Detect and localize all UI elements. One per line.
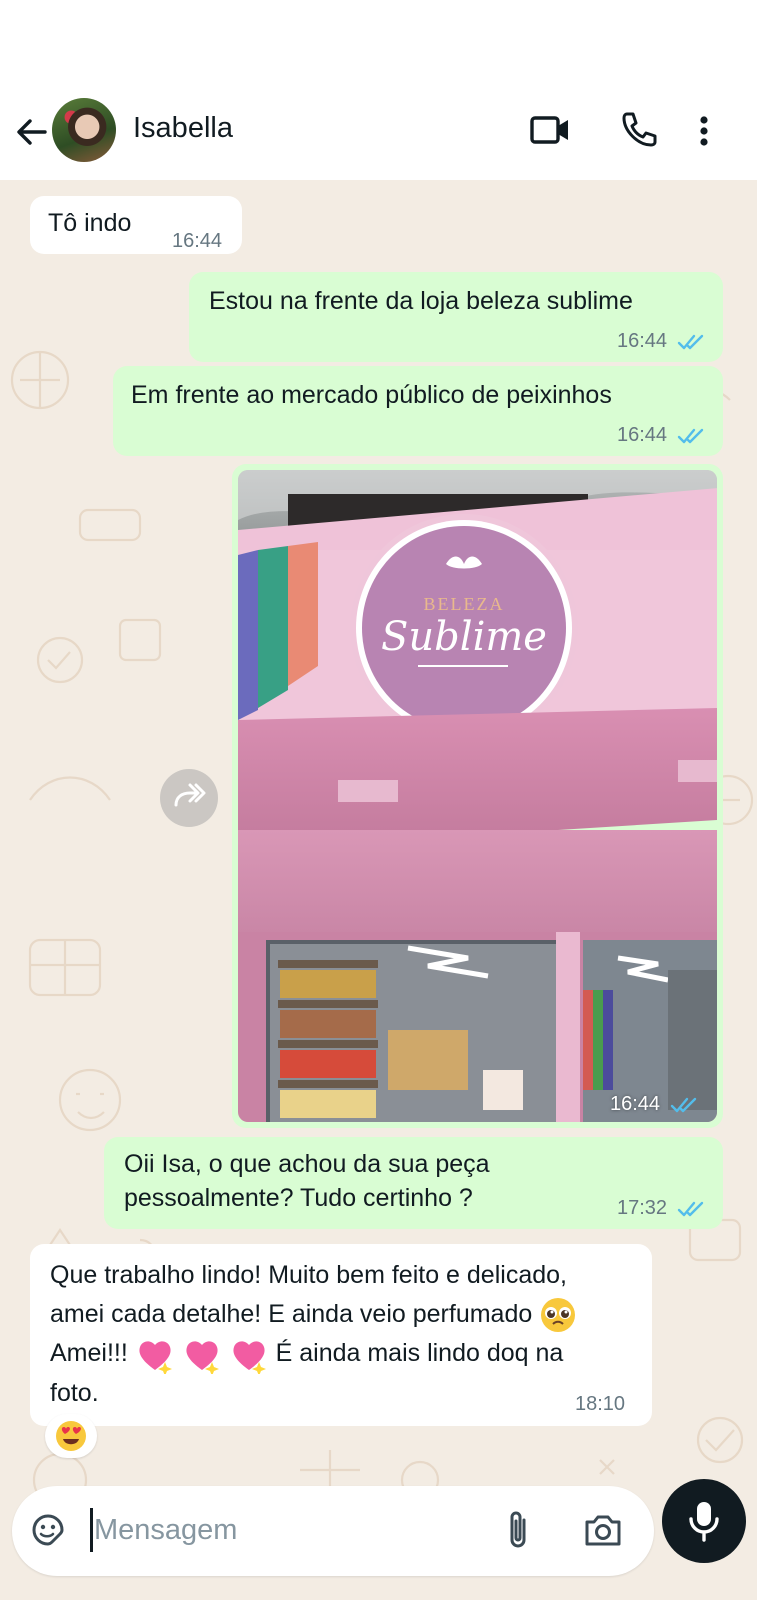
text-caret [90,1508,93,1552]
message-text: Tô indo [48,209,132,237]
more-vert-icon[interactable] [694,108,738,152]
contact-name[interactable]: Isabella [133,112,233,145]
sparkling-heart-emoji-icon [139,1341,172,1374]
forward-button[interactable] [160,769,218,827]
sign-text-beleza: BELEZA [424,594,505,614]
message-bubble-incoming[interactable]: Tô indo 16:44 [30,196,242,254]
read-ticks-icon [677,428,703,443]
message-text: Oii Isa, o que achou da sua peça pessoal… [124,1150,490,1212]
message-time: 17:32 [617,1197,668,1219]
chat-header: Isabella [0,98,757,180]
message-bubble-outgoing[interactable]: Estou na frente da loja beleza sublime 1… [189,272,723,362]
message-text: Que trabalho lindo! Muito bem feito e de… [50,1256,610,1413]
status-bar [0,0,757,98]
camera-icon[interactable] [582,1510,624,1555]
read-ticks-icon [670,1097,696,1112]
voice-message-button[interactable] [662,1479,746,1563]
image-message-bubble[interactable]: BELEZA Sublime 16:44 [232,464,723,1128]
sticker-icon[interactable] [28,1510,68,1555]
read-ticks-icon [677,334,703,349]
chat-area[interactable]: Tô indo 16:44 Estou na frente da loja be… [0,180,757,1600]
voice-call-icon[interactable] [617,108,661,152]
message-bubble-outgoing[interactable]: Em frente ao mercado público de peixinho… [113,366,723,456]
message-text-part: Amei!!! [50,1339,128,1368]
message-bubble-outgoing[interactable]: Oii Isa, o que achou da sua peça pessoal… [104,1137,723,1229]
message-time: 16:44 [172,230,223,252]
pleading-face-emoji-icon [541,1298,576,1333]
message-meta: 16:44 [617,324,707,358]
avatar[interactable] [52,98,116,162]
message-meta: 16:44 [610,1087,700,1121]
sparkling-heart-emoji-icon [186,1341,219,1374]
attachment-icon[interactable] [500,1508,536,1557]
message-time: 16:44 [617,424,668,446]
message-meta: 16:44 [617,418,707,452]
forward-icon [174,783,206,807]
message-meta: 17:32 [617,1191,707,1225]
video-call-icon[interactable] [528,108,572,152]
store-photo[interactable]: BELEZA Sublime [238,470,717,1122]
back-arrow-icon[interactable] [12,112,52,152]
message-text-part: Que trabalho lindo! Muito bem feito e de… [50,1261,567,1328]
message-time: 16:44 [617,330,668,352]
message-text: Estou na frente da loja beleza sublime [209,287,633,315]
store-photo-illustration: BELEZA Sublime [238,470,717,1122]
message-bubble-incoming[interactable]: Que trabalho lindo! Muito bem feito e de… [30,1244,652,1426]
message-composer [12,1486,654,1576]
message-reaction[interactable] [45,1414,97,1458]
heart-eyes-emoji-icon [56,1421,86,1451]
read-ticks-icon [677,1201,703,1216]
message-text: Em frente ao mercado público de peixinho… [131,381,612,409]
microphone-icon [689,1502,719,1542]
sparkling-heart-emoji-icon [233,1341,266,1374]
sign-text-sublime: Sublime [381,614,547,660]
message-time: 18:10 [575,1393,626,1415]
message-time: 16:44 [610,1093,661,1115]
message-input[interactable] [94,1506,474,1554]
